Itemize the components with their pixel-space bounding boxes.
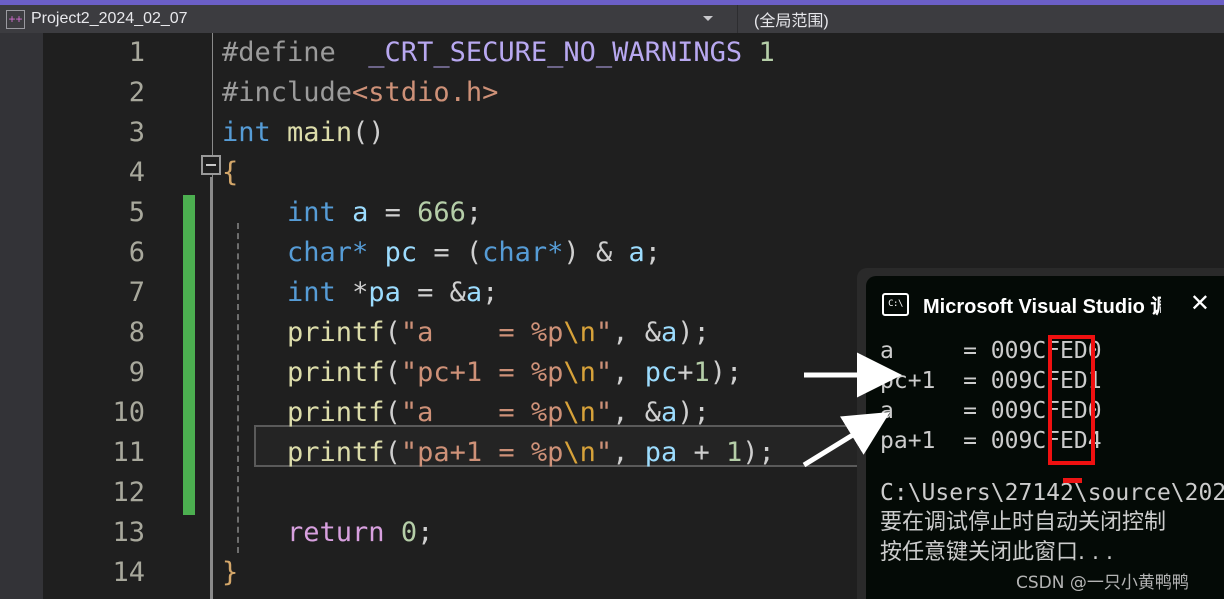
line-number: 11 [112,437,145,468]
chevron-down-icon[interactable] [703,16,713,21]
line-number: 1 [128,37,145,68]
line-number: 6 [128,237,145,268]
console-output: a = 009CFED0 pc+1 = 009CFED1 a = 009CFED… [866,332,1224,568]
terminal-icon: C:\ [882,292,909,316]
code-line[interactable]: 3 int main() [0,113,1224,153]
line-number: 14 [112,557,145,588]
code-line[interactable]: 2 #include<stdio.h> [0,73,1224,113]
line-text: printf("pc+1 = %p\n", pc+1); [287,357,743,388]
line-text: #define _CRT_SECURE_NO_WARNINGS 1 [222,37,775,68]
line-text: printf("a = %p\n", &a); [287,317,710,348]
line-text: } [222,557,239,588]
console-path-line: C:\Users\27142\source\202 [880,480,1224,506]
project-name-label: Project2_2024_02_07 [31,10,188,27]
line-text: int a = 666; [287,197,483,228]
code-line[interactable]: 6 char* pc = (char*) & a; [0,233,1224,273]
console-note-line: 要在调试停止时自动关闭控制 [880,510,1167,535]
visual-studio-window: ++ Project2_2024_02_07 (全局范围) 1 #define _… [0,0,1224,599]
console-title-bar: C:\ Microsoft Visual Studio 调试挂 ✕ [866,276,1224,332]
red-tick-mark [1063,478,1082,483]
debug-console-window[interactable]: C:\ Microsoft Visual Studio 调试挂 ✕ a = 00… [866,276,1224,599]
line-number: 3 [128,117,145,148]
red-highlight-box [1048,335,1095,465]
line-number: 2 [128,77,145,108]
scope-selector-combobox[interactable]: (全局范围) [738,5,829,33]
line-number: 13 [112,517,145,548]
line-text: #include<stdio.h> [222,77,499,108]
line-text: int *pa = &a; [287,277,499,308]
line-number: 9 [128,357,145,388]
line-number: 12 [112,477,145,508]
line-text: printf("a = %p\n", &a); [287,397,710,428]
line-number: 7 [128,277,145,308]
project-selector-combobox[interactable]: ++ Project2_2024_02_07 [0,5,737,33]
line-text: { [222,157,239,188]
code-line[interactable]: 5 int a = 666; [0,193,1224,233]
line-number: 4 [128,157,145,188]
watermark: CSDN @一只小黄鸭鸭 [1016,573,1189,593]
code-line[interactable]: 4{ [0,153,1224,193]
code-line[interactable]: 1 #define _CRT_SECURE_NO_WARNINGS 1 [0,33,1224,73]
scope-label: (全局范围) [754,13,829,30]
line-text: int main() [222,117,385,148]
line-number: 5 [128,197,145,228]
console-title-label: Microsoft Visual Studio 调试挂 [923,295,1161,318]
line-number: 8 [128,317,145,348]
line-text: printf("pa+1 = %p\n", pa + 1); [287,437,775,468]
cpp-file-icon: ++ [6,9,25,29]
line-text: char* pc = (char*) & a; [287,237,661,268]
line-text: return 0; [287,517,434,548]
close-icon[interactable]: ✕ [1190,292,1210,316]
navigation-bar: ++ Project2_2024_02_07 (全局范围) [0,5,1224,33]
line-number: 10 [112,397,145,428]
console-prompt-line: 按任意键关闭此窗口. . . [880,540,1113,565]
